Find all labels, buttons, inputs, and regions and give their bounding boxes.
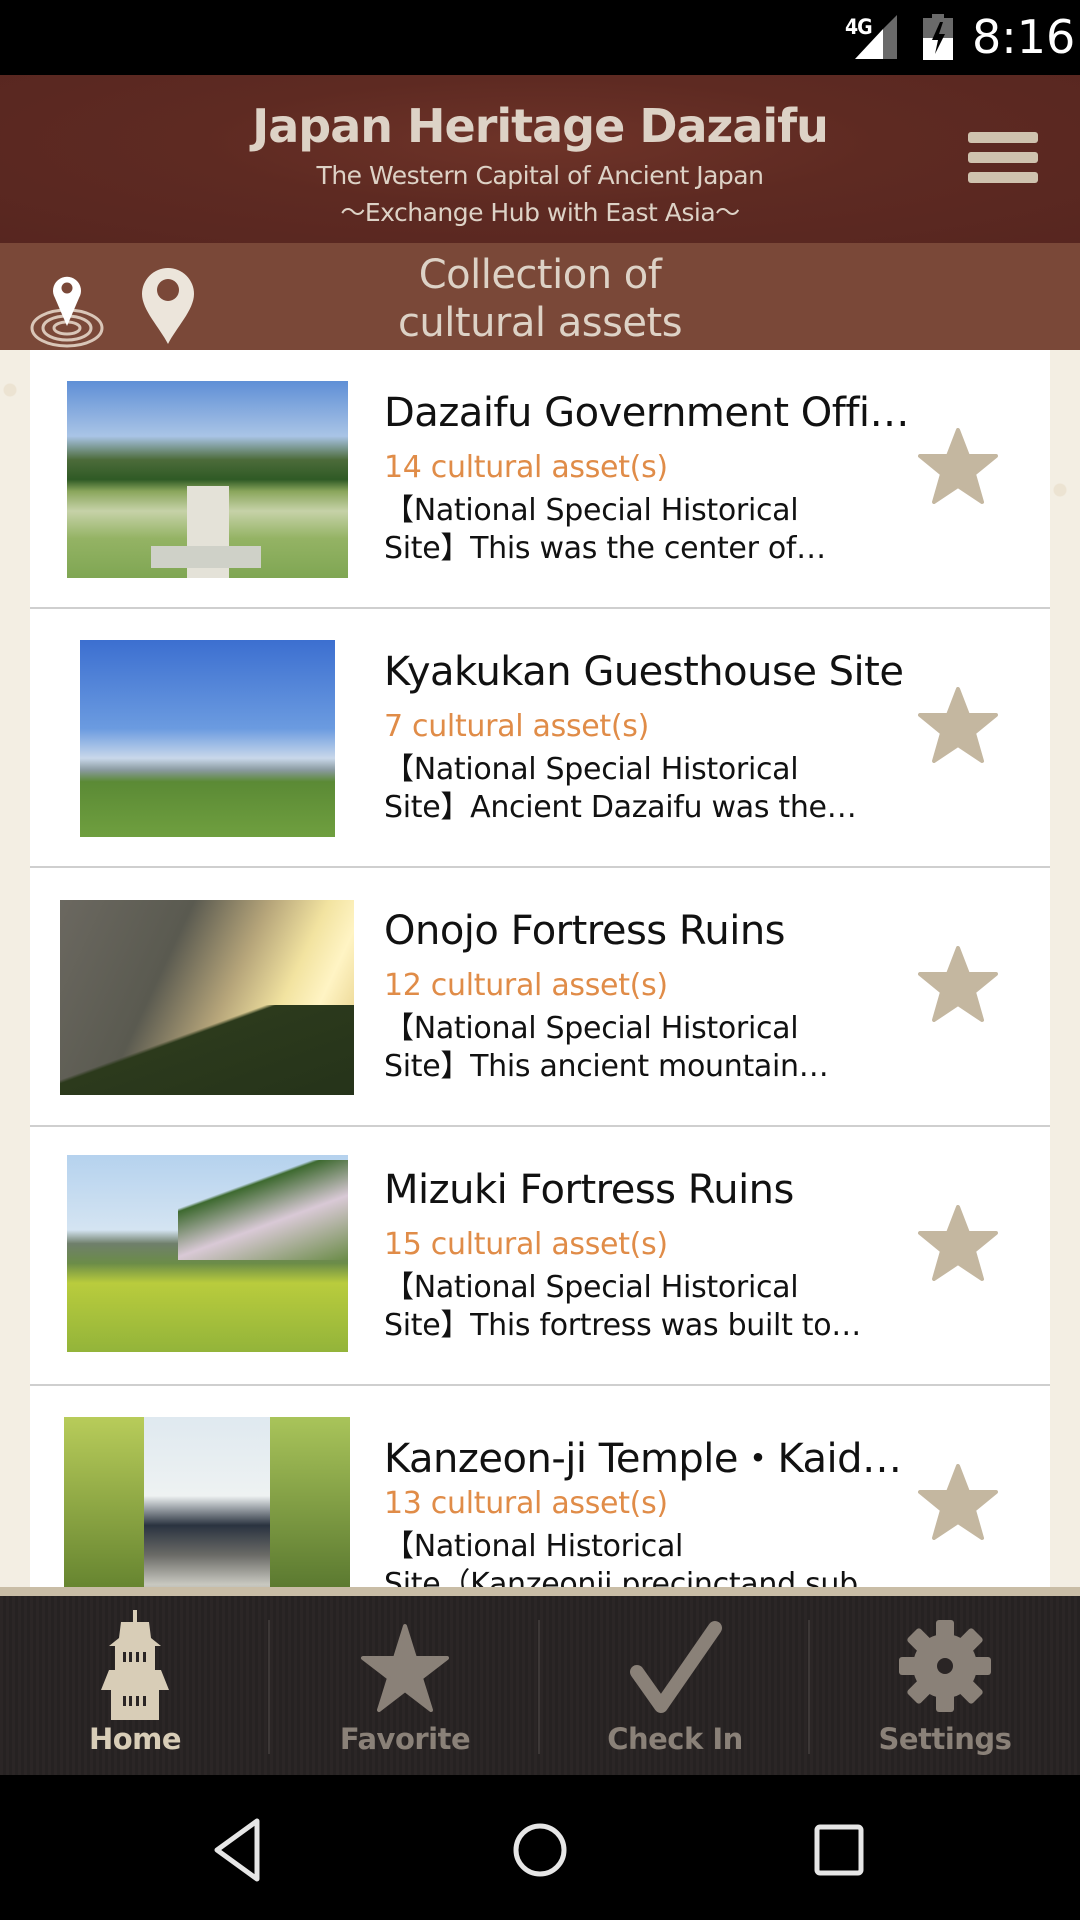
site-description: 【National Historical Site（Kanzeonji prec…	[384, 1528, 884, 1587]
app-title: Japan Heritage Dazaifu	[252, 99, 829, 153]
site-name: Mizuki Fortress Ruins	[384, 1167, 794, 1213]
app-subtitle: The Western Capital of Ancient Japan	[316, 161, 764, 190]
gear-icon	[899, 1620, 991, 1712]
home-circle-icon[interactable]	[505, 1815, 575, 1885]
description-line: Site（Kanzeonji precinctand sub	[384, 1567, 858, 1587]
menu-bar	[968, 172, 1038, 183]
hamburger-menu-icon[interactable]	[966, 127, 1042, 187]
site-name: Kyakukan Guesthouse Site	[384, 649, 904, 695]
tab-check-in[interactable]: Check In	[540, 1596, 810, 1775]
site-name: Kanzeon-ji Temple・Kaid…	[384, 1436, 902, 1482]
favorite-star-icon[interactable]	[918, 1205, 998, 1281]
list-item[interactable]: Kanzeon-ji Temple・Kaid… 13 cultural asse…	[30, 1386, 1050, 1587]
recents-icon[interactable]	[805, 1815, 875, 1885]
pagoda-icon	[101, 1610, 169, 1720]
star-icon	[361, 1624, 449, 1712]
menu-bar	[968, 132, 1038, 143]
back-icon[interactable]	[205, 1815, 275, 1885]
description-line: 【National Special Historical	[384, 752, 799, 787]
favorite-star-icon[interactable]	[918, 428, 998, 504]
tab-label: Home	[88, 1722, 182, 1756]
site-description: 【National Special Historical Site】This a…	[384, 1010, 884, 1086]
tab-label: Check In	[607, 1722, 743, 1756]
battery-charging-icon	[923, 14, 953, 60]
tab-label: Favorite	[339, 1722, 471, 1756]
description-line: Site】Ancient Dazaifu was the…	[384, 790, 857, 825]
asset-count: 12 cultural asset(s)	[384, 968, 668, 1003]
site-thumbnail	[64, 1417, 350, 1587]
description-line: Site】This ancient mountain…	[384, 1049, 829, 1084]
tab-home[interactable]: Home	[0, 1596, 270, 1775]
nearby-location-icon[interactable]	[28, 268, 106, 348]
signal-icon	[855, 15, 897, 59]
tab-label: Settings	[878, 1722, 1012, 1756]
list-item[interactable]: Kyakukan Guesthouse Site 7 cultural asse…	[30, 609, 1050, 868]
tab-settings[interactable]: Settings	[810, 1596, 1080, 1775]
section-title-line1: Collection of	[418, 252, 662, 298]
section-title-line2: cultural assets	[397, 300, 683, 346]
asset-count: 15 cultural asset(s)	[384, 1227, 668, 1262]
section-header: Collection of cultural assets	[0, 243, 1080, 350]
map-pin-icon[interactable]	[140, 268, 196, 346]
description-line: 【National Historical	[384, 1529, 684, 1564]
description-line: Site】This fortress was built to…	[384, 1308, 862, 1343]
nav-divider-strip	[0, 1587, 1080, 1596]
site-thumbnail	[67, 1155, 348, 1352]
site-description: 【National Special Historical Site】This f…	[384, 1269, 884, 1345]
description-line: 【National Special Historical	[384, 493, 799, 528]
site-name: Onojo Fortress Ruins	[384, 908, 786, 954]
section-title: Collection of cultural assets	[340, 251, 740, 347]
bottom-nav: Home Favorite Check In Settings	[0, 1596, 1080, 1775]
site-description: 【National Special Historical Site】Ancien…	[384, 751, 884, 827]
favorite-star-icon[interactable]	[918, 1464, 998, 1540]
list-card: Dazaifu Government Offic… 14 cultural as…	[30, 350, 1050, 1587]
list-item[interactable]: Dazaifu Government Offic… 14 cultural as…	[30, 350, 1050, 609]
asset-count: 13 cultural asset(s)	[384, 1486, 668, 1521]
tab-favorite[interactable]: Favorite	[270, 1596, 540, 1775]
status-bar: 4G 8:16	[0, 0, 1080, 75]
favorite-star-icon[interactable]	[918, 946, 998, 1022]
checkmark-icon	[630, 1621, 722, 1713]
site-thumbnail	[60, 900, 354, 1095]
site-thumbnail	[80, 640, 335, 837]
list-item[interactable]: Onojo Fortress Ruins 12 cultural asset(s…	[30, 868, 1050, 1127]
app-header: Japan Heritage Dazaifu The Western Capit…	[0, 75, 1080, 243]
list-item[interactable]: Mizuki Fortress Ruins 15 cultural asset(…	[30, 1127, 1050, 1386]
description-line: 【National Special Historical	[384, 1270, 799, 1305]
asset-count: 14 cultural asset(s)	[384, 450, 668, 485]
app-subtitle-2: 〜Exchange Hub with East Asia〜	[340, 198, 740, 227]
asset-count: 7 cultural asset(s)	[384, 709, 650, 744]
description-line: Site】This was the center of…	[384, 531, 826, 566]
favorite-star-icon[interactable]	[918, 687, 998, 763]
description-line: 【National Special Historical	[384, 1011, 799, 1046]
system-nav-bar	[0, 1775, 1080, 1920]
site-description: 【National Special Historical Site】This w…	[384, 492, 884, 568]
site-name: Dazaifu Government Offic…	[384, 390, 924, 436]
menu-bar	[968, 152, 1038, 163]
heritage-list[interactable]: Dazaifu Government Offic… 14 cultural as…	[0, 350, 1080, 1587]
site-thumbnail	[67, 381, 348, 578]
clock: 8:16	[972, 10, 1076, 64]
